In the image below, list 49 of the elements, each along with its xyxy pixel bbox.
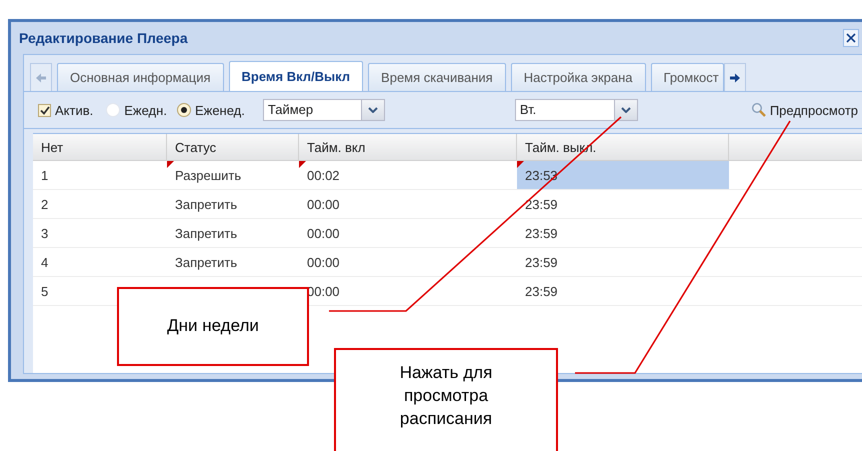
table-cell: 00:00 xyxy=(299,248,517,277)
tab[interactable]: Основная информация xyxy=(57,63,224,91)
table-cell: 23:53 xyxy=(517,161,729,190)
weekday-dropdown[interactable]: Вт. xyxy=(514,99,638,121)
table-cell: 00:00 xyxy=(299,190,517,219)
left-arrow-icon xyxy=(35,72,47,82)
table-cell: Разрешить xyxy=(167,161,299,190)
search-icon xyxy=(750,102,767,118)
table-row[interactable]: 3 Запретить 00:00 23:59 xyxy=(33,219,862,248)
tab[interactable]: Время Вкл/Выкл xyxy=(228,61,364,91)
table-cell: 00:02 xyxy=(299,161,517,190)
scroll-right-button[interactable] xyxy=(724,63,746,91)
table-cell: 4 xyxy=(33,248,167,277)
radio-label: Ежедн. xyxy=(124,102,167,118)
table-cell: 23:59 xyxy=(517,219,729,248)
table-cell: 23:59 xyxy=(517,248,729,277)
column-header[interactable]: Статус xyxy=(167,134,299,161)
table-cell: 00:00 xyxy=(299,219,517,248)
table-cell: 23:59 xyxy=(517,277,729,306)
column-header[interactable]: Нет xyxy=(33,134,167,161)
active-checkbox[interactable] xyxy=(38,104,51,116)
right-arrow-icon xyxy=(728,72,741,82)
radio-button[interactable] xyxy=(176,103,191,117)
preview-button[interactable]: Предпросмотр xyxy=(750,102,858,118)
radio-label: Еженед. xyxy=(194,102,245,118)
table-cell: 23:59 xyxy=(517,190,729,219)
table-cell: Запретить xyxy=(167,248,299,277)
table-cell: Запретить xyxy=(167,190,299,219)
table-cell: 3 xyxy=(33,219,167,248)
checkbox-label: Актив. xyxy=(55,102,94,118)
table-row[interactable]: 1 Разрешить 00:02 23:53 xyxy=(33,161,862,190)
table-cell: 1 xyxy=(33,161,167,190)
table-cell: Запретить xyxy=(167,219,299,248)
callout-box: Дни недели xyxy=(117,287,309,366)
dropdown-caret-icon xyxy=(368,107,378,113)
callout-box: Нажать для просмотра расписания xyxy=(334,348,558,451)
window-title: Редактирование Плеера xyxy=(19,30,189,46)
close-button[interactable] xyxy=(843,29,859,47)
table-row[interactable]: 4 Запретить 00:00 23:59 xyxy=(33,248,862,277)
tab[interactable]: Громкост xyxy=(650,63,724,91)
dropdown-caret-icon xyxy=(620,107,631,113)
column-header[interactable]: Тайм. вкл xyxy=(299,134,517,161)
checkmark-icon xyxy=(40,106,50,114)
mode-dropdown[interactable]: Таймер xyxy=(262,99,385,121)
table-row[interactable]: 2 Запретить 00:00 23:59 xyxy=(33,190,862,219)
tab[interactable]: Настройка экрана xyxy=(510,63,646,91)
table-cell: 2 xyxy=(33,190,167,219)
close-icon xyxy=(846,33,856,43)
tab[interactable]: Время скачивания xyxy=(368,63,506,91)
